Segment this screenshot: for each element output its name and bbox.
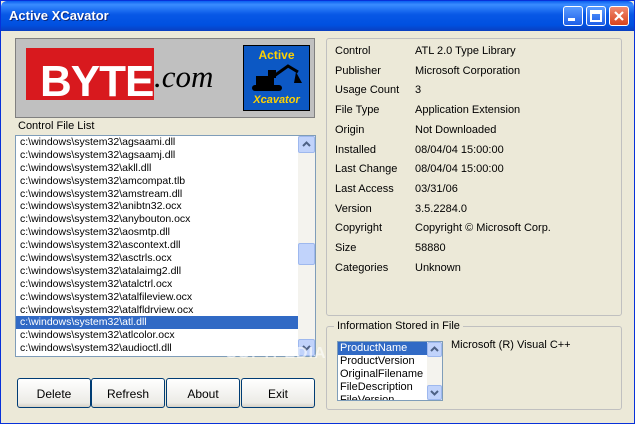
info-scroll-up-button[interactable] (427, 342, 442, 357)
property-value: 08/04/04 15:00:00 (415, 163, 504, 176)
list-item[interactable]: c:\windows\system32\akll.dll (16, 162, 298, 175)
property-label: Last Access (335, 182, 394, 195)
property-label: Version (335, 202, 372, 215)
property-value: Not Downloaded (415, 123, 497, 136)
list-item[interactable]: c:\windows\system32\amcompat.tlb (16, 175, 298, 188)
watermark: SOFTPEDIA (226, 345, 327, 362)
property-value: ATL 2.0 Type Library (415, 45, 516, 57)
property-value: 08/04/04 15:00:00 (415, 143, 504, 156)
scroll-up-icon (302, 141, 311, 147)
list-item[interactable]: c:\windows\system32\atalfldrview.ocx (16, 304, 298, 317)
property-value: Unknown (415, 261, 461, 274)
title-bar[interactable]: Active XCavator (1, 1, 634, 31)
excavator-icon (252, 64, 302, 91)
property-label: File Type (335, 104, 380, 117)
maximize-icon (590, 10, 602, 22)
about-button[interactable]: About (166, 378, 240, 408)
property-label: Origin (335, 123, 365, 136)
property-value: 03/31/06 (415, 182, 458, 195)
info-value: Microsoft (R) Visual C++ (451, 339, 571, 351)
property-label: Size (335, 242, 357, 254)
list-item[interactable]: c:\windows\system32\aosmtp.dll (16, 226, 298, 239)
window-title: Active XCavator (9, 8, 109, 23)
properties-panel: Control ATL 2.0 Type Library Publisher Micr… (326, 38, 622, 316)
list-scrollbar[interactable] (298, 136, 315, 356)
list-item[interactable]: c:\windows\system32\amstream.dll (16, 188, 298, 201)
app-window: Active XCavator BYTE .com Active Xcavato… (0, 0, 635, 424)
list-item[interactable]: c:\windows\system32\atalaimg2.dll (16, 265, 298, 278)
xcavator-logo: Active Xcavator (243, 45, 310, 111)
list-item[interactable]: c:\windows\system32\anibtn32.ocx (16, 200, 298, 213)
property-label: Control (335, 45, 371, 57)
minimize-icon (568, 18, 575, 21)
byte-logo-text: BYTE (40, 57, 154, 106)
refresh-button[interactable]: Refresh (91, 378, 165, 408)
property-label: Copyright (335, 222, 383, 235)
byte-logo-panel: BYTE .com Active Xcavator (15, 38, 315, 118)
exit-button[interactable]: Exit (241, 378, 315, 408)
property-value: 3.5.2284.0 (415, 202, 467, 215)
scroll-up-button[interactable] (298, 136, 315, 153)
property-label: Categories (335, 261, 389, 274)
list-item[interactable]: c:\windows\system32\asctrls.ocx (16, 252, 298, 265)
property-label: Last Change (335, 163, 398, 176)
info-scroll-down-button[interactable] (427, 385, 442, 400)
scroll-thumb[interactable] (298, 243, 315, 265)
list-item[interactable]: c:\windows\system32\agsaami.dll (16, 136, 298, 149)
property-value: 3 (415, 84, 422, 97)
byte-logo-com: .com (154, 59, 214, 94)
info-fields-list[interactable]: ProductName ProductVersion OriginalFilenam… (337, 341, 443, 401)
list-item[interactable]: c:\windows\system32\ascontext.dll (16, 239, 298, 252)
list-item[interactable]: c:\windows\system32\anybouton.ocx (16, 213, 298, 226)
scroll-up-icon (430, 346, 439, 352)
close-icon (614, 11, 624, 21)
info-scrollbar[interactable] (427, 342, 442, 400)
property-value: Microsoft Corporation (415, 64, 521, 77)
minimize-button[interactable] (563, 6, 583, 26)
close-button[interactable] (609, 6, 629, 26)
info-group-title: Information Stored in File (334, 320, 463, 332)
byte-logo: BYTE (26, 48, 154, 106)
property-label: Usage Count (335, 84, 400, 97)
property-label: Publisher (335, 64, 381, 77)
control-file-list[interactable]: c:\windows\system32\agsaami.dll c:\window… (15, 135, 316, 357)
property-label: Installed (335, 143, 376, 156)
xcavator-logo-bottom: Xcavator (253, 94, 300, 106)
property-value: Application Extension (415, 104, 521, 117)
property-value: Copyright © Microsoft Corp. (415, 222, 551, 235)
scroll-down-icon (430, 390, 439, 396)
xcavator-logo-top: Active (258, 48, 295, 62)
property-value: 58880 (415, 242, 446, 254)
delete-button[interactable]: Delete (17, 378, 91, 408)
list-item[interactable]: c:\windows\system32\atalctrl.ocx (16, 278, 298, 291)
list-item[interactable]: c:\windows\system32\agsaamj.dll (16, 149, 298, 162)
list-item[interactable]: c:\windows\system32\atlcolor.ocx (16, 329, 298, 342)
control-file-list-label: Control File List (18, 120, 95, 132)
maximize-button[interactable] (586, 6, 606, 26)
list-item[interactable]: c:\windows\system32\atl.dll (16, 316, 298, 330)
list-item[interactable]: c:\windows\system32\atalfileview.ocx (16, 291, 298, 304)
